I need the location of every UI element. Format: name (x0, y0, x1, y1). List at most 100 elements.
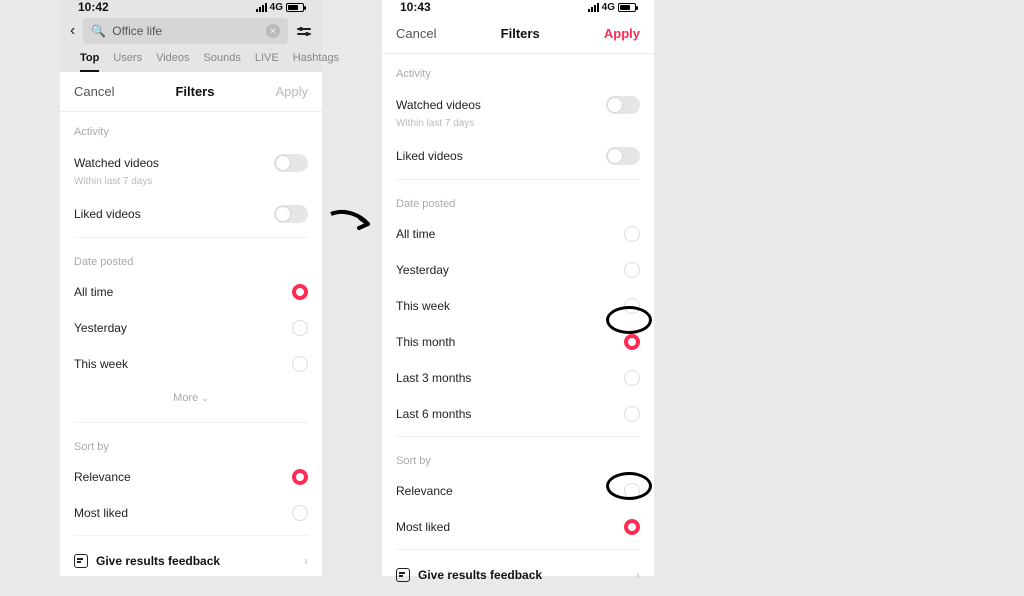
radio[interactable] (624, 483, 640, 499)
section-label-sort: Sort by (396, 441, 640, 473)
watched-toggle[interactable] (274, 154, 308, 172)
opt-label: Most liked (74, 506, 128, 520)
search-icon: 🔍 (91, 24, 106, 38)
watched-sub: Within last 7 days (74, 176, 308, 195)
opt-label: Yesterday (74, 321, 127, 335)
tab-hashtags[interactable]: Hashtags (293, 52, 339, 72)
liked-label: Liked videos (74, 207, 141, 221)
network-label: 4G (270, 2, 283, 13)
tab-live[interactable]: LIVE (255, 52, 279, 72)
status-bar: 10:42 4G (60, 0, 322, 14)
radio[interactable] (292, 320, 308, 336)
tab-top[interactable]: Top (80, 52, 99, 72)
liked-toggle[interactable] (606, 147, 640, 165)
row-sort-relevance[interactable]: Relevance (74, 459, 308, 495)
filters-title: Filters (501, 26, 540, 41)
radio-selected[interactable] (292, 284, 308, 300)
status-bar: 10:43 4G (382, 0, 654, 14)
radio-selected[interactable] (624, 334, 640, 350)
row-date-last6[interactable]: Last 6 months (396, 396, 640, 432)
network-label: 4G (602, 2, 615, 13)
feedback-icon (396, 568, 410, 582)
radio-selected[interactable] (292, 469, 308, 485)
cancel-button[interactable]: Cancel (396, 26, 436, 41)
row-date-thisweek[interactable]: This week (396, 288, 640, 324)
liked-toggle[interactable] (274, 205, 308, 223)
watched-sub: Within last 7 days (396, 118, 640, 137)
filter-header: Cancel Filters Apply (382, 14, 654, 54)
phone-right: 10:43 4G Cancel Filters Apply Activity W… (382, 0, 654, 576)
status-right: 4G (256, 2, 304, 13)
opt-label: This month (396, 335, 455, 349)
opt-label: This week (74, 357, 128, 371)
chevron-right-icon: › (636, 568, 640, 582)
row-date-last3[interactable]: Last 3 months (396, 360, 640, 396)
radio[interactable] (624, 370, 640, 386)
radio[interactable] (292, 356, 308, 372)
back-icon[interactable]: ‹ (70, 22, 75, 40)
search-area: ‹ 🔍 Office life ✕ Top Users Videos Sound… (60, 14, 322, 72)
signal-icon (588, 3, 599, 12)
section-label-activity: Activity (396, 54, 640, 86)
battery-icon (618, 3, 636, 12)
radio[interactable] (624, 262, 640, 278)
watched-label: Watched videos (396, 98, 481, 112)
row-date-alltime[interactable]: All time (396, 216, 640, 252)
liked-label: Liked videos (396, 149, 463, 163)
radio[interactable] (624, 406, 640, 422)
watched-label: Watched videos (74, 156, 159, 170)
row-date-yesterday[interactable]: Yesterday (74, 310, 308, 346)
row-sort-mostliked[interactable]: Most liked (396, 509, 640, 545)
filter-header: Cancel Filters Apply (60, 72, 322, 112)
section-label-sort: Sort by (74, 427, 308, 459)
row-sort-mostliked[interactable]: Most liked (74, 495, 308, 531)
row-liked[interactable]: Liked videos (74, 195, 308, 233)
row-liked[interactable]: Liked videos (396, 137, 640, 175)
feedback-label: Give results feedback (418, 568, 542, 582)
search-input[interactable]: 🔍 Office life ✕ (83, 18, 288, 44)
clock: 10:42 (78, 0, 109, 14)
apply-button[interactable]: Apply (275, 84, 308, 99)
radio[interactable] (624, 226, 640, 242)
opt-label: Yesterday (396, 263, 449, 277)
tab-sounds[interactable]: Sounds (204, 52, 241, 72)
feedback-row[interactable]: Give results feedback › (396, 554, 640, 596)
opt-label: Most liked (396, 520, 450, 534)
opt-label: This week (396, 299, 450, 313)
opt-label: Last 3 months (396, 371, 471, 385)
row-date-thismonth[interactable]: This month (396, 324, 640, 360)
phone-left: 10:42 4G ‹ 🔍 Office life ✕ Top Users Vid… (60, 0, 322, 576)
battery-icon (286, 3, 304, 12)
radio-selected[interactable] (624, 519, 640, 535)
clock: 10:43 (400, 0, 431, 14)
tab-videos[interactable]: Videos (156, 52, 189, 72)
row-date-thisweek[interactable]: This week (74, 346, 308, 382)
section-label-date: Date posted (396, 184, 640, 216)
apply-button[interactable]: Apply (604, 26, 640, 41)
row-date-alltime[interactable]: All time (74, 274, 308, 310)
opt-label: All time (74, 285, 113, 299)
filters-title: Filters (175, 84, 214, 99)
more-button[interactable]: More ⌄ (74, 382, 308, 418)
opt-label: All time (396, 227, 435, 241)
filter-sliders-icon[interactable] (296, 28, 312, 35)
radio[interactable] (292, 505, 308, 521)
watched-toggle[interactable] (606, 96, 640, 114)
tab-users[interactable]: Users (113, 52, 142, 72)
status-right: 4G (588, 2, 636, 13)
row-date-yesterday[interactable]: Yesterday (396, 252, 640, 288)
search-tabs: Top Users Videos Sounds LIVE Hashtags (70, 44, 312, 72)
feedback-icon (74, 554, 88, 568)
radio[interactable] (624, 298, 640, 314)
section-label-date: Date posted (74, 242, 308, 274)
annotation-arrow (326, 206, 376, 236)
opt-label: Relevance (74, 470, 131, 484)
cancel-button[interactable]: Cancel (74, 84, 114, 99)
row-sort-relevance[interactable]: Relevance (396, 473, 640, 509)
opt-label: Last 6 months (396, 407, 471, 421)
search-text: Office life (112, 24, 260, 38)
clear-icon[interactable]: ✕ (266, 24, 280, 38)
chevron-right-icon: › (304, 554, 308, 568)
signal-icon (256, 3, 267, 12)
chevron-down-icon: ⌄ (201, 393, 209, 403)
